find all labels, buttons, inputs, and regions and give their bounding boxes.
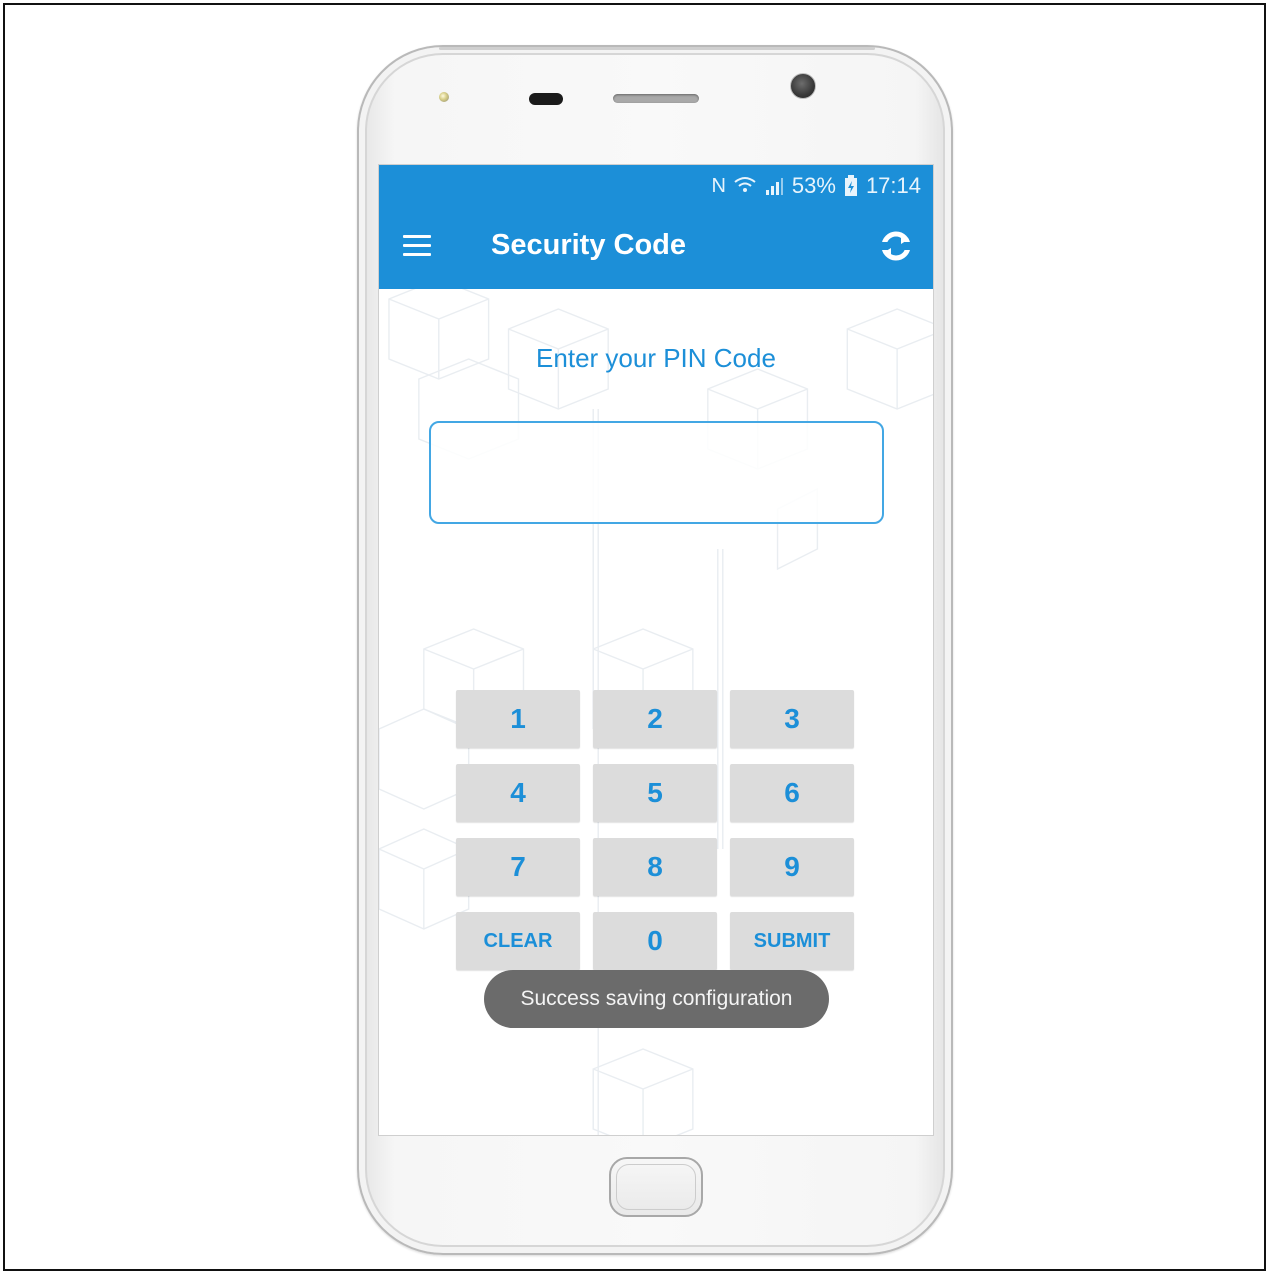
key-8-button[interactable]: 8	[593, 838, 717, 896]
success-toast: Success saving configuration	[484, 970, 829, 1028]
battery-charging-icon	[844, 175, 857, 196]
numeric-keypad: 1 2 3 4 5 6 7 8 9 CLEAR 0 SUBMIT	[456, 690, 854, 970]
submit-button[interactable]: SUBMIT	[730, 912, 854, 970]
status-bar: N 53% 17:14	[711, 171, 921, 201]
light-sensor-icon	[439, 92, 449, 102]
front-camera-icon	[790, 73, 816, 99]
key-6-button[interactable]: 6	[730, 764, 854, 822]
pin-code-input[interactable]	[429, 421, 884, 524]
page-title: Security Code	[491, 229, 686, 261]
hamburger-menu-icon[interactable]	[403, 235, 431, 257]
image-frame: N 53% 17:14 Security Code Enter your PIN…	[3, 3, 1266, 1271]
signal-icon	[765, 178, 783, 195]
sync-icon[interactable]	[879, 229, 913, 263]
phone-screen: N 53% 17:14 Security Code Enter your PIN…	[378, 164, 934, 1136]
key-7-button[interactable]: 7	[456, 838, 580, 896]
key-1-button[interactable]: 1	[456, 690, 580, 748]
key-3-button[interactable]: 3	[730, 690, 854, 748]
key-2-button[interactable]: 2	[593, 690, 717, 748]
phone-device: N 53% 17:14 Security Code Enter your PIN…	[357, 45, 953, 1255]
phone-top-edge	[439, 47, 875, 50]
key-4-button[interactable]: 4	[456, 764, 580, 822]
home-button[interactable]	[609, 1157, 703, 1217]
key-9-button[interactable]: 9	[730, 838, 854, 896]
wifi-icon	[734, 177, 756, 192]
battery-percent: 53%	[791, 173, 836, 198]
status-time: 17:14	[865, 173, 921, 198]
clear-button[interactable]: CLEAR	[456, 912, 580, 970]
app-bar: N 53% 17:14 Security Code	[379, 165, 933, 289]
earpiece-speaker-icon	[613, 94, 699, 103]
proximity-sensor-icon	[529, 93, 563, 105]
key-0-button[interactable]: 0	[593, 912, 717, 970]
pin-prompt-label: Enter your PIN Code	[536, 343, 776, 373]
key-5-button[interactable]: 5	[593, 764, 717, 822]
nfc-icon: N	[711, 174, 726, 197]
